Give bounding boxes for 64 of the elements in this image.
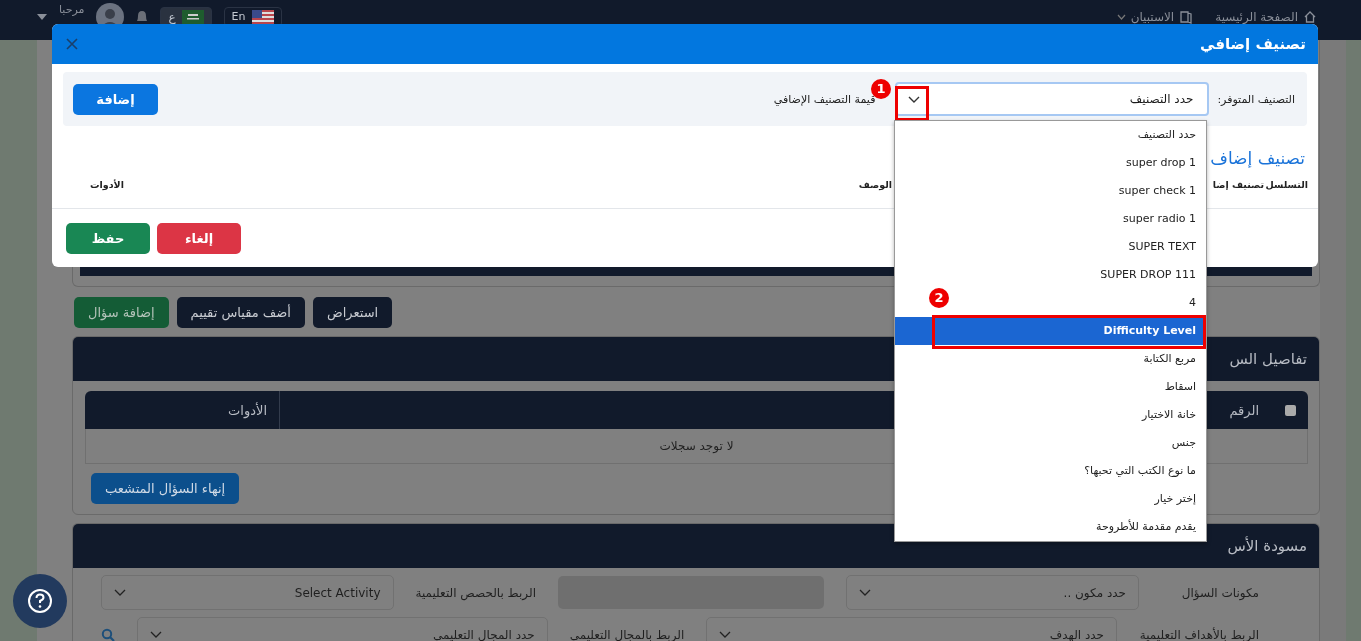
column-header: الرقم	[1229, 402, 1259, 418]
field-label: الربط بالمجال التعليمي	[569, 627, 685, 641]
dropdown-option[interactable]: 4	[1189, 296, 1196, 309]
dropdown-option[interactable]: super drop 1	[1126, 156, 1196, 169]
column-header: الأدوات	[97, 391, 280, 429]
nav-link[interactable]: الاستبيان	[1116, 10, 1194, 24]
action-button[interactable]: استعراض	[312, 297, 393, 328]
chevron-down-icon[interactable]	[908, 95, 921, 103]
column-header: الأدوات	[90, 178, 124, 190]
chevron-down-icon	[719, 631, 732, 638]
dropdown-option[interactable]: خانة الاختيار	[1141, 408, 1196, 421]
home-icon	[1303, 10, 1317, 24]
greeting-text: مرحبا	[59, 3, 85, 16]
card-title: تفاصيل الس	[1229, 350, 1307, 368]
dropdown-option[interactable]: SUPER DROP 111	[1100, 268, 1196, 281]
column-header: التسلسل	[1265, 178, 1308, 190]
select-field[interactable]: حدد مكون ..	[846, 575, 1139, 610]
dropdown-option[interactable]: ما نوع الكتب التي تحبها؟	[1084, 464, 1196, 477]
dialog-title: تصنيف إضافي	[1200, 35, 1306, 53]
column-header: الوصف	[858, 178, 892, 190]
language-button[interactable]: ع	[160, 7, 212, 27]
help-icon	[27, 588, 53, 614]
chevron-down-icon	[1116, 14, 1126, 20]
column-header: تصنيف إضا	[1212, 178, 1264, 190]
chevron-down-icon	[114, 589, 126, 596]
end-question-button[interactable]: إنهاء السؤال المتشعب	[91, 473, 240, 504]
checkbox[interactable]	[1285, 404, 1296, 416]
flag-icon	[251, 10, 274, 24]
chevron-down-icon	[859, 589, 872, 596]
dropdown-option[interactable]: super radio 1	[1123, 212, 1196, 225]
dialog-button[interactable]: إلغاء	[157, 223, 241, 254]
caret-down-icon[interactable]	[37, 14, 47, 20]
dialog-button[interactable]: حفظ	[66, 223, 150, 254]
dropdown-option[interactable]: حدد التصنيف	[1137, 128, 1196, 141]
dropdown-option[interactable]: super check 1	[1118, 184, 1196, 197]
dropdown-option[interactable]: إختر خيار	[1154, 492, 1196, 505]
dropdown-option[interactable]: مربع الكتابة	[1143, 352, 1196, 365]
nav-link[interactable]: الصفحة الرئيسية	[1215, 10, 1317, 24]
dropdown-option[interactable]: جنس	[1171, 436, 1196, 449]
select-field[interactable]: حدد التصنيف	[895, 82, 1210, 116]
card-title: مسودة الأس	[1227, 537, 1307, 555]
add-button[interactable]: إضافة	[73, 83, 158, 115]
book-icon	[1179, 10, 1194, 24]
action-button[interactable]: إضافة سؤال	[74, 297, 169, 328]
step-badge: 2	[929, 288, 949, 308]
empty-table-text: لا توجد سجلات	[659, 439, 734, 453]
select-field[interactable]: حدد الهدف	[706, 617, 1117, 641]
field-label: الربط بالحصص التعليمية	[415, 585, 536, 600]
flag-icon	[181, 10, 204, 24]
action-button[interactable]: أضف مقياس تقييم	[176, 297, 305, 328]
select-field[interactable]: Select Activity	[101, 575, 394, 610]
field-label: الربط بالأهداف التعليمية	[1139, 627, 1259, 641]
dropdown-option[interactable]: SUPER TEXT	[1128, 240, 1196, 253]
select-field[interactable]: حدد المجال التعليمي	[137, 617, 548, 641]
section-heading: تصنيف إضاف	[1210, 148, 1305, 168]
chevron-down-icon	[150, 631, 162, 638]
field-label: مكونات السؤال	[1180, 585, 1259, 600]
help-button[interactable]	[13, 574, 67, 628]
dropdown-option[interactable]: اسقاط	[1164, 380, 1196, 393]
bell-icon[interactable]	[136, 10, 149, 24]
dropdown-option[interactable]: يقدم مقدمة للأطروحة	[1096, 520, 1196, 533]
dropdown-option[interactable]: Difficulty Level	[895, 317, 1206, 345]
field-label: التصنيف المتوفر:	[1217, 92, 1295, 106]
language-button[interactable]: En	[223, 7, 282, 27]
